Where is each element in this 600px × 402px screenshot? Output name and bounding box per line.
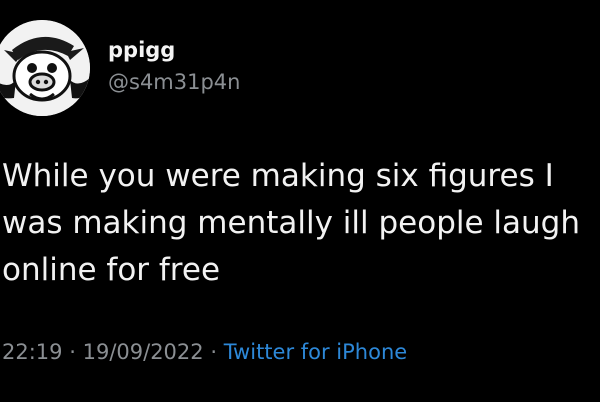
user-handle[interactable]: @s4m31p4n	[108, 70, 240, 94]
tweet-text-line: While you were making six figures I	[2, 158, 554, 194]
tweet-date[interactable]: 19/09/2022	[83, 340, 204, 364]
pig-face-icon	[0, 20, 90, 116]
display-name[interactable]: ppigg	[108, 38, 175, 62]
meta-separator: ·	[210, 340, 218, 364]
tweet-meta: 22:19 · 19/09/2022 · Twitter for iPhone	[2, 340, 407, 364]
tweet-text-line: online for free	[2, 252, 221, 288]
tweet-text-line: was making mentally ill people laugh	[2, 205, 580, 241]
avatar[interactable]	[0, 20, 90, 116]
meta-separator: ·	[69, 340, 76, 364]
tweet-text: While you were making six figures I was …	[2, 153, 600, 294]
tweet-time[interactable]: 22:19	[2, 340, 63, 364]
tweet-source-link[interactable]: Twitter for iPhone	[224, 340, 408, 364]
tweet-card: ppigg @s4m31p4n While you were making si…	[0, 0, 600, 402]
